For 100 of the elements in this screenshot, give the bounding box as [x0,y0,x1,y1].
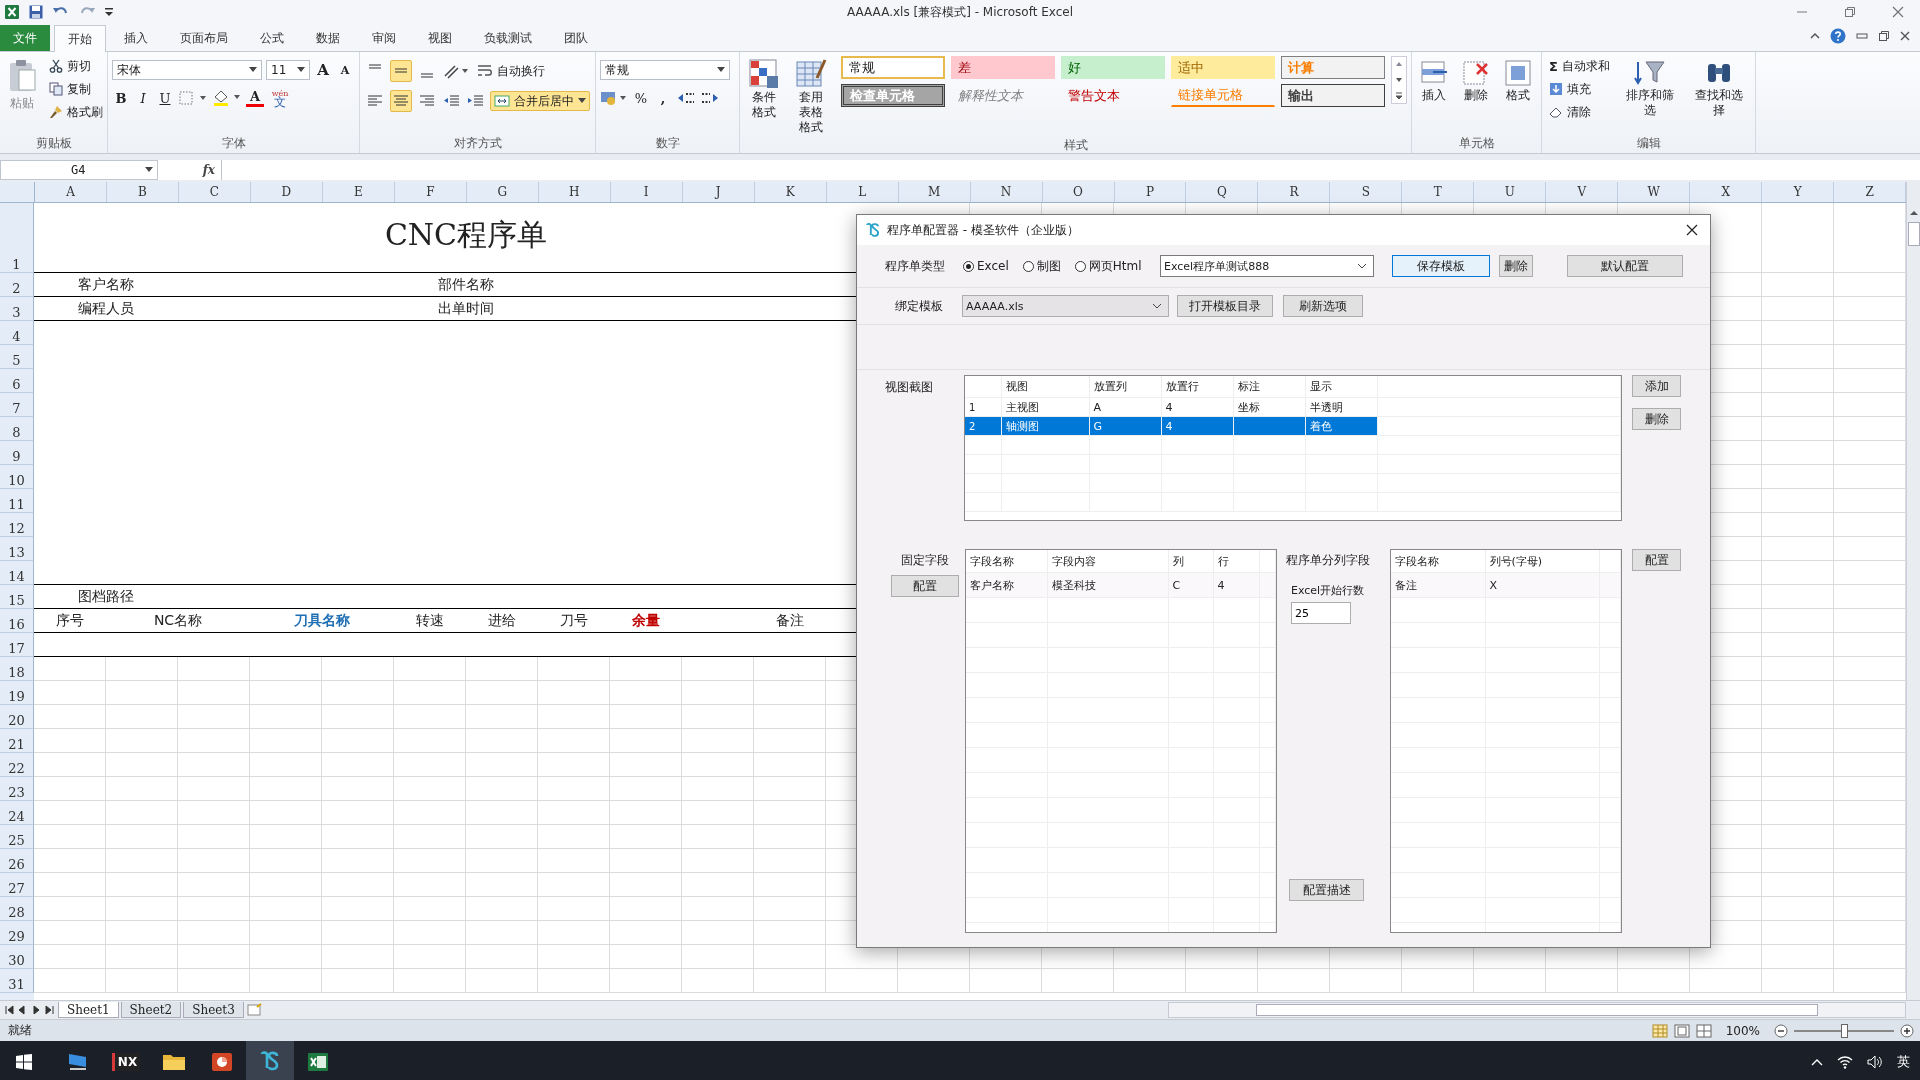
row-header[interactable]: 30 [0,945,34,969]
row-header[interactable]: 9 [0,441,34,465]
format-painter-button[interactable]: 格式刷 [46,102,106,122]
wrap-text-button[interactable]: 自动换行 [474,61,548,81]
template-select[interactable]: AAAAA.xls [962,295,1169,317]
insert-function-button[interactable]: fx [158,160,222,180]
ribbon-tab[interactable]: 负载测试 [470,25,546,51]
comma-button[interactable]: , [654,88,672,108]
row-header[interactable]: 21 [0,729,34,753]
cell-style-option[interactable]: 常规 [841,56,945,79]
find-select-button[interactable]: 查找和选择 [1687,56,1751,120]
cut-button[interactable]: 剪切 [46,56,106,76]
fill-button[interactable]: 填充 [1546,79,1613,99]
ribbon-tab[interactable]: 公式 [246,25,298,51]
italic-button[interactable]: I [134,88,152,108]
column-header[interactable]: E [322,182,395,202]
ribbon-tab[interactable]: 页面布局 [166,25,242,51]
configure-button[interactable]: 配置 [890,575,959,597]
row-header[interactable]: 28 [0,897,34,921]
column-header[interactable]: S [1330,182,1403,202]
cell-style-option[interactable]: 警告文本 [1061,84,1165,107]
cell-style-option[interactable]: 差 [951,56,1055,79]
config-description-button[interactable]: 配置描述 [1289,879,1364,901]
cell-style-option[interactable]: 输出 [1281,84,1385,107]
row-header[interactable]: 31 [0,969,34,993]
autosum-button[interactable]: Σ 自动求和 [1546,56,1613,76]
row-header[interactable]: 22 [0,753,34,777]
ribbon-tab[interactable]: 开始 [54,25,106,52]
save-template-button[interactable]: 保存模板 [1392,255,1490,277]
row-header[interactable]: 14 [0,561,34,585]
sheet-tab[interactable]: Sheet3 [183,1002,244,1018]
radio-option[interactable]: Excel [963,257,1009,275]
sheet-tab[interactable]: Sheet2 [120,1002,182,1018]
font-size-field[interactable]: 11 [266,60,310,80]
table-row[interactable]: 2 轴测图 G 4 着色 [965,416,1621,436]
row-header[interactable]: 4 [0,321,34,345]
name-box[interactable]: G4 [0,160,158,180]
remove-button[interactable]: 删除 [1632,408,1681,430]
row-header[interactable]: 24 [0,801,34,825]
column-header[interactable]: V [1546,182,1619,202]
merge-center-button[interactable]: 合并后居中 [490,91,590,111]
column-header[interactable]: Y [1762,182,1835,202]
shrink-font-button[interactable]: A [336,60,354,80]
column-header[interactable]: J [682,182,755,202]
ribbon-tab[interactable]: 数据 [302,25,354,51]
column-header[interactable]: L [826,182,899,202]
default-config-button[interactable]: 默认配置 [1567,255,1683,277]
column-header[interactable]: U [1474,182,1547,202]
cell-style-option[interactable]: 适中 [1171,56,1275,79]
column-header[interactable]: A [35,182,107,202]
row-header[interactable]: 29 [0,921,34,945]
clear-button[interactable]: 清除 [1546,102,1613,122]
column-header[interactable]: W [1618,182,1691,202]
row-header[interactable]: 5 [0,345,34,369]
config-select[interactable]: Excel程序单测试888 [1160,255,1374,277]
column-header[interactable]: I [610,182,683,202]
row-header[interactable]: 26 [0,849,34,873]
column-header[interactable]: G [466,182,539,202]
column-header[interactable]: M [898,182,971,202]
grow-font-button[interactable]: A [314,60,332,80]
zoom-level[interactable]: 100% [1725,1023,1760,1038]
row-header[interactable]: 8 [0,417,34,441]
row-header[interactable]: 16 [0,609,34,633]
row-header[interactable]: 15 [0,585,34,609]
underline-button[interactable]: U [156,88,174,108]
conditional-format-button[interactable]: 条件格式 [744,56,785,122]
start-row-field[interactable]: 25 [1291,602,1351,624]
bold-button[interactable]: B [112,88,130,108]
column-header[interactable]: P [1114,182,1187,202]
row-header[interactable]: 25 [0,825,34,849]
delete-cells-button[interactable]: 删除 [1458,56,1494,105]
nx-app-icon[interactable]: NX [111,1053,141,1071]
row-header[interactable]: 12 [0,513,34,537]
row-header[interactable]: 2 [0,273,34,297]
row-header[interactable]: 13 [0,537,34,561]
format-cells-button[interactable]: 格式 [1500,56,1536,105]
file-tab[interactable]: 文件 [0,25,50,51]
add-button[interactable]: 添加 [1632,375,1681,397]
row-header[interactable]: 17 [0,633,34,657]
phonetic-button[interactable]: wén 文 [268,88,292,108]
sheet-tab[interactable]: Sheet1 [58,1002,119,1018]
column-header[interactable]: H [538,182,611,202]
number-format-field[interactable]: 常规 [600,60,730,80]
row-header[interactable]: 18 [0,657,34,681]
insert-cells-button[interactable]: 插入 [1416,56,1452,105]
font-color-button[interactable]: A [246,89,264,107]
column-header[interactable]: F [394,182,467,202]
column-header[interactable]: C [178,182,251,202]
column-header[interactable]: N [970,182,1043,202]
row-header[interactable]: 27 [0,873,34,897]
percent-button[interactable]: % [632,88,650,108]
ribbon-tab[interactable]: 审阅 [358,25,410,51]
radio-option[interactable]: 网页Html [1074,257,1142,275]
column-header[interactable]: X [1690,182,1763,202]
sort-filter-button[interactable]: 排序和筛选 [1618,56,1682,120]
column-header[interactable]: Q [1186,182,1259,202]
cell-style-option[interactable]: 好 [1061,56,1165,79]
row-header[interactable]: 20 [0,705,34,729]
ribbon-tab[interactable]: 视图 [414,25,466,51]
column-header[interactable]: B [106,182,179,202]
